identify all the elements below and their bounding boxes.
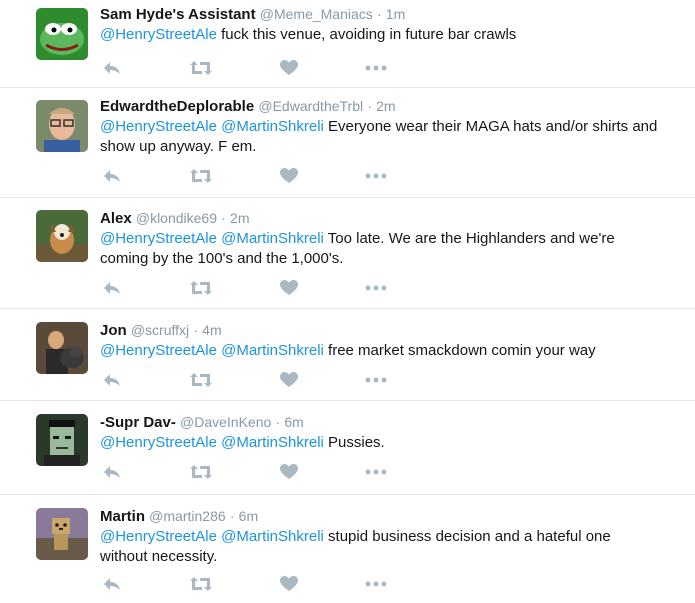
box-figure-avatar xyxy=(36,508,88,560)
avatar[interactable] xyxy=(36,210,88,262)
timestamp[interactable]: 2m xyxy=(230,210,249,226)
tweet-header: -Supr Dav- @DaveInKeno · 6m xyxy=(100,412,304,433)
reply-icon[interactable] xyxy=(102,574,122,594)
tweet-text: @HenryStreetAle @MartinShkreli stupid bu… xyxy=(100,527,660,567)
tweet-actions xyxy=(100,58,400,78)
retweet-icon[interactable] xyxy=(190,278,212,298)
tweet-header: Martin @martin286 · 6m xyxy=(100,506,258,527)
dog-avatar xyxy=(36,210,88,262)
more-icon[interactable] xyxy=(365,58,387,78)
tweet-feed: Sam Hyde's Assistant @Meme_Maniacs · 1m … xyxy=(0,0,695,603)
retweet-icon[interactable] xyxy=(190,462,212,482)
timestamp[interactable]: 4m xyxy=(202,322,221,338)
user-handle[interactable]: @martin286 xyxy=(149,508,225,524)
monster-avatar xyxy=(36,414,88,466)
tweet-body: Pussies. xyxy=(323,434,385,451)
avatar[interactable] xyxy=(36,100,88,152)
user-name[interactable]: EdwardtheDeplorable xyxy=(100,98,254,115)
user-name[interactable]: -Supr Dav- xyxy=(100,414,176,431)
avatar[interactable] xyxy=(36,508,88,560)
tweet-text: @HenryStreetAle @MartinShkreli Everyone … xyxy=(100,117,660,157)
reply-icon[interactable] xyxy=(102,370,122,390)
mention-link[interactable]: @HenryStreetAle @MartinShkreli xyxy=(100,118,324,135)
separator: · xyxy=(367,98,372,114)
tweet-actions xyxy=(100,278,400,298)
retweet-icon[interactable] xyxy=(190,574,212,594)
mention-link[interactable]: @HenryStreetAle @MartinShkreli xyxy=(100,528,324,545)
separator: · xyxy=(193,322,198,338)
divider xyxy=(0,87,695,88)
reply-icon[interactable] xyxy=(102,462,122,482)
man-glasses-avatar xyxy=(36,100,88,152)
user-name[interactable]: Alex xyxy=(100,210,132,227)
tweet-body: fuck this venue, avoiding in future bar … xyxy=(216,26,517,43)
tweet-header: Sam Hyde's Assistant @Meme_Maniacs · 1m xyxy=(100,4,405,25)
divider xyxy=(0,308,695,309)
retweet-icon[interactable] xyxy=(190,58,212,78)
tweet-actions xyxy=(100,574,400,594)
timestamp[interactable]: 6m xyxy=(239,508,258,524)
retweet-icon[interactable] xyxy=(190,166,212,186)
tweet-text: @HenryStreetAle @MartinShkreli Pussies. xyxy=(100,433,660,453)
reply-icon[interactable] xyxy=(102,278,122,298)
mention-link[interactable]: @HenryStreetAle xyxy=(100,26,217,43)
mention-link[interactable]: @HenryStreetAle @MartinShkreli xyxy=(100,434,324,451)
heart-icon[interactable] xyxy=(280,574,298,594)
tweet-text: @HenryStreetAle @MartinShkreli Too late.… xyxy=(100,229,660,269)
heart-icon[interactable] xyxy=(280,370,298,390)
tweet-actions xyxy=(100,462,400,482)
timestamp[interactable]: 6m xyxy=(284,414,303,430)
tweet-header: EdwardtheDeplorable @EdwardtheTrbl · 2m xyxy=(100,96,396,117)
more-icon[interactable] xyxy=(365,166,387,186)
heart-icon[interactable] xyxy=(280,166,298,186)
user-name[interactable]: Jon xyxy=(100,322,127,339)
tweet[interactable]: Martin @martin286 · 6m @HenryStreetAle @… xyxy=(0,506,695,603)
divider xyxy=(0,400,695,401)
user-handle[interactable]: @EdwardtheTrbl xyxy=(258,98,363,114)
more-icon[interactable] xyxy=(365,462,387,482)
timestamp[interactable]: 2m xyxy=(376,98,395,114)
heart-icon[interactable] xyxy=(280,278,298,298)
tweet[interactable]: Alex @klondike69 · 2m @HenryStreetAle @M… xyxy=(0,208,695,306)
avatar[interactable] xyxy=(36,322,88,374)
avatar[interactable] xyxy=(36,414,88,466)
user-handle[interactable]: @DaveInKeno xyxy=(180,414,271,430)
more-icon[interactable] xyxy=(365,278,387,298)
separator: · xyxy=(221,210,226,226)
user-handle[interactable]: @scruffxj xyxy=(131,322,189,338)
more-icon[interactable] xyxy=(365,370,387,390)
frog-avatar xyxy=(36,8,88,60)
heart-icon[interactable] xyxy=(280,462,298,482)
tweet-header: Jon @scruffxj · 4m xyxy=(100,320,222,341)
user-name[interactable]: Martin xyxy=(100,508,145,525)
timestamp[interactable]: 1m xyxy=(386,6,405,22)
separator: · xyxy=(275,414,281,430)
tweet-header: Alex @klondike69 · 2m xyxy=(100,208,249,229)
separator: · xyxy=(229,508,235,524)
divider xyxy=(0,197,695,198)
tweet[interactable]: -Supr Dav- @DaveInKeno · 6m @HenryStreet… xyxy=(0,412,695,492)
retweet-icon[interactable] xyxy=(190,370,212,390)
user-handle[interactable]: @klondike69 xyxy=(136,210,217,226)
tweet[interactable]: EdwardtheDeplorable @EdwardtheTrbl · 2m … xyxy=(0,96,695,196)
avatar[interactable] xyxy=(36,8,88,60)
tweet-text: @HenryStreetAle @MartinShkreli free mark… xyxy=(100,341,660,361)
reply-icon[interactable] xyxy=(102,166,122,186)
mention-link[interactable]: @HenryStreetAle @MartinShkreli xyxy=(100,342,324,359)
tweet-actions xyxy=(100,166,400,186)
user-handle[interactable]: @Meme_Maniacs xyxy=(260,6,373,22)
tweet-text: @HenryStreetAle fuck this venue, avoidin… xyxy=(100,25,660,45)
more-icon[interactable] xyxy=(365,574,387,594)
heart-icon[interactable] xyxy=(280,58,298,78)
man-dog-avatar xyxy=(36,322,88,374)
tweet-body: free market smackdown comin your way xyxy=(323,342,596,359)
tweet[interactable]: Sam Hyde's Assistant @Meme_Maniacs · 1m … xyxy=(0,4,695,90)
user-name[interactable]: Sam Hyde's Assistant xyxy=(100,6,256,23)
divider xyxy=(0,494,695,495)
tweet[interactable]: Jon @scruffxj · 4m @HenryStreetAle @Mart… xyxy=(0,320,695,400)
tweet-actions xyxy=(100,370,400,390)
separator: · xyxy=(376,6,382,22)
mention-link[interactable]: @HenryStreetAle @MartinShkreli xyxy=(100,230,324,247)
reply-icon[interactable] xyxy=(102,58,122,78)
